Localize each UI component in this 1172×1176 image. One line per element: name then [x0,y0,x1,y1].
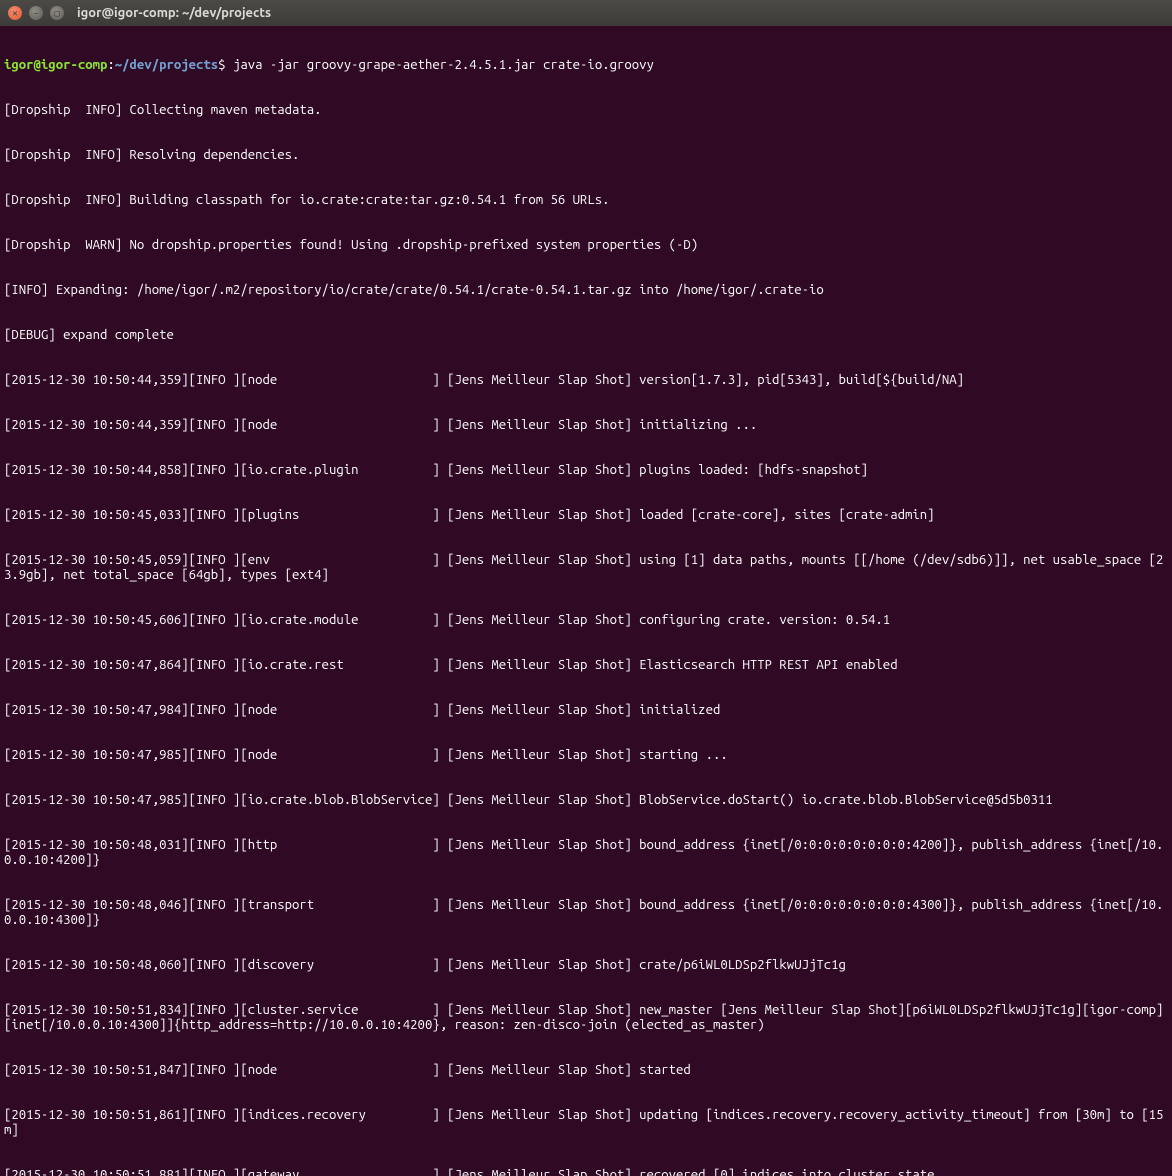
log-line: [2015-12-30 10:50:48,046][INFO ][transpo… [4,898,1168,928]
log-line: [Dropship WARN] No dropship.properties f… [4,238,1168,253]
log-line: [2015-12-30 10:50:44,858][INFO ][io.crat… [4,463,1168,478]
log-line: [2015-12-30 10:50:47,984][INFO ][node ] … [4,703,1168,718]
log-line: [2015-12-30 10:50:45,059][INFO ][env ] [… [4,553,1168,583]
log-line: [DEBUG] expand complete [4,328,1168,343]
log-line: [2015-12-30 10:50:44,359][INFO ][node ] … [4,418,1168,433]
maximize-icon[interactable]: ▢ [50,6,64,20]
log-line: [2015-12-30 10:50:51,881][INFO ][gateway… [4,1168,1168,1176]
command-text: java -jar groovy-grape-aether-2.4.5.1.ja… [233,58,654,72]
log-line: [2015-12-30 10:50:47,985][INFO ][node ] … [4,748,1168,763]
prompt-path: ~/dev/projects [115,58,218,72]
log-line: [2015-12-30 10:50:47,985][INFO ][io.crat… [4,793,1168,808]
prompt-line: igor@igor-comp:~/dev/projects$ java -jar… [4,58,1168,73]
log-line: [Dropship INFO] Collecting maven metadat… [4,103,1168,118]
close-icon[interactable]: ✕ [8,6,22,20]
log-line: [2015-12-30 10:50:47,864][INFO ][io.crat… [4,658,1168,673]
prompt-dollar: $ [218,58,233,72]
log-line: [2015-12-30 10:50:45,033][INFO ][plugins… [4,508,1168,523]
log-line: [2015-12-30 10:50:44,359][INFO ][node ] … [4,373,1168,388]
log-line: [2015-12-30 10:50:48,060][INFO ][discove… [4,958,1168,973]
minimize-icon[interactable]: – [29,6,43,20]
log-line: [2015-12-30 10:50:51,847][INFO ][node ] … [4,1063,1168,1078]
terminal-output[interactable]: igor@igor-comp:~/dev/projects$ java -jar… [0,26,1172,1176]
log-line: [Dropship INFO] Building classpath for i… [4,193,1168,208]
prompt-userhost: igor@igor-comp [4,58,107,72]
window-title: igor@igor-comp: ~/dev/projects [77,6,271,21]
log-line: [2015-12-30 10:50:45,606][INFO ][io.crat… [4,613,1168,628]
log-line: [2015-12-30 10:50:51,861][INFO ][indices… [4,1108,1168,1138]
log-line: [Dropship INFO] Resolving dependencies. [4,148,1168,163]
log-line: [INFO] Expanding: /home/igor/.m2/reposit… [4,283,1168,298]
window-titlebar: ✕ – ▢ igor@igor-comp: ~/dev/projects [0,0,1172,26]
log-line: [2015-12-30 10:50:48,031][INFO ][http ] … [4,838,1168,868]
prompt-sep: : [107,58,114,72]
log-line: [2015-12-30 10:50:51,834][INFO ][cluster… [4,1003,1168,1033]
